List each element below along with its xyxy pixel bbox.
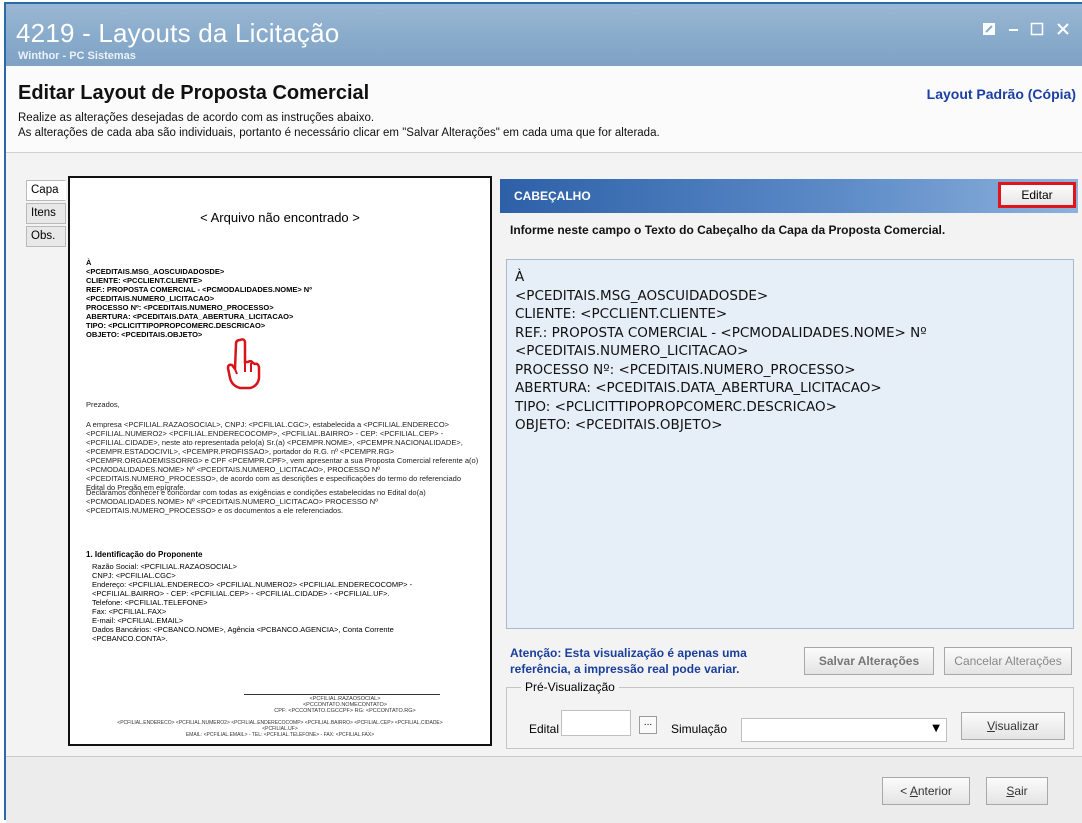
tab-capa[interactable]: Capa — [26, 180, 66, 201]
cancel-changes-button[interactable]: Cancelar Alterações — [944, 647, 1072, 675]
save-changes-button[interactable]: Salvar Alterações — [804, 647, 934, 675]
layout-name: Layout Padrão (Cópia) — [926, 86, 1076, 102]
preview-section-line: CNPJ: <PCFILIAL.CGC> — [92, 571, 176, 580]
cabecalho-line: OBJETO: <PCEDITAIS.OBJETO> — [515, 417, 723, 433]
preview-footer: <PCFILIAL.ENDERECO> <PCFILIAL.NUMERO2> <… — [100, 720, 460, 738]
preview-paragraph-1: A empresa <PCFILIAL.RAZAOSOCIAL>, CNPJ: … — [86, 420, 479, 492]
sair-label: air — [1014, 784, 1028, 798]
cabecalho-line: ABERTURA: <PCEDITAIS.DATA_ABERTURA_LICIT… — [515, 380, 882, 396]
preview-section-title: 1. Identificação do Proponente — [86, 550, 203, 559]
cabecalho-line: REF.: PROPOSTA COMERCIAL - <PCMODALIDADE… — [515, 324, 927, 341]
previous-button[interactable]: < Anterior — [882, 777, 970, 805]
edital-input[interactable] — [561, 710, 631, 736]
pre-visualizacao-title: Pré-Visualização — [521, 680, 619, 694]
preview-header-line: ABERTURA: <PCEDITAIS.DATA_ABERTURA_LICIT… — [86, 312, 294, 321]
preview-header-line: CLIENTE: <PCCLIENT.CLIENTE> — [86, 276, 203, 285]
preview-header-line: PROCESSO Nº: <PCEDITAIS.NUMERO_PROCESSO> — [86, 303, 274, 312]
preview-signature: <PCFILIAL.RAZAOSOCIAL> <PCCONTATO.NOMECO… — [220, 696, 470, 714]
window-subtitle: Winthor - PC Sistemas — [18, 50, 136, 62]
maximize-icon[interactable] — [1030, 22, 1044, 40]
attention-note: Atenção: Esta visualização é apenas uma … — [510, 646, 747, 676]
instruction-line-2: As alterações de cada aba são individuai… — [18, 127, 660, 139]
tab-obs[interactable]: Obs. — [26, 226, 66, 247]
restore-icon[interactable] — [982, 22, 996, 40]
preview-section-line: E-mail: <PCFILIAL.EMAIL> — [92, 616, 184, 625]
signature-line — [244, 694, 440, 695]
edital-label: Edital — [529, 722, 560, 736]
signature-line-text: CPF: <PCCONTATO.CGCCPF> RG: <PCCONTATO.R… — [274, 708, 416, 714]
cabecalho-line: <PCEDITAIS.MSG_AOSCUIDADOSDE> — [515, 287, 769, 304]
hand-pointer-icon — [220, 336, 264, 392]
instruction-line-1: Realize as alterações desejadas de acord… — [18, 112, 375, 124]
preview-header-line: À — [86, 258, 92, 267]
visualizar-button[interactable]: Visualizar — [961, 712, 1065, 740]
footer-bar: < Anterior Sair — [6, 756, 1082, 823]
close-icon[interactable] — [1056, 22, 1070, 40]
section-tabs: Capa Itens Obs. — [26, 180, 66, 249]
preview-section-block: Razão Social: <PCFILIAL.RAZAOSOCIAL> CNP… — [92, 562, 412, 643]
preview-section-line: <PCFILIAL.BAIRRO> - CEP: <PCFILIAL.CEP> … — [92, 589, 390, 598]
cabecalho-line: PROCESSO Nº: <PCEDITAIS.NUMERO_PROCESSO> — [515, 361, 856, 378]
preview-footer-line: <PCFILIAL.ENDERECO> <PCFILIAL.NUMERO2> <… — [117, 720, 443, 732]
simulacao-label: Simulação — [671, 722, 728, 736]
pre-visualizacao-group: Pré-Visualização Edital ... Simulação ▼ … — [506, 680, 1074, 749]
preview-greeting: Prezados, — [86, 400, 120, 409]
cabecalho-line: À — [515, 269, 525, 285]
cabecalho-line: <PCEDITAIS.NUMERO_LICITACAO> — [515, 343, 749, 359]
file-not-found-text: < Arquivo não encontrado > — [200, 210, 360, 225]
tab-itens[interactable]: Itens — [26, 203, 66, 224]
cabecalho-header: CABEÇALHO Editar — [500, 179, 1078, 213]
document-preview: < Arquivo não encontrado > À <PCEDITAIS.… — [68, 176, 492, 746]
preview-footer-line: EMAIL: <PCFILIAL.EMAIL> - TEL: <PCFILIAL… — [185, 732, 375, 738]
preview-header-line: OBJETO: <PCEDITAIS.OBJETO> — [86, 330, 203, 339]
simulacao-select[interactable]: ▼ — [741, 718, 947, 742]
cabecalho-panel: CABEÇALHO Editar Informe neste campo o T… — [500, 179, 1082, 749]
preview-header-line: <PCEDITAIS.MSG_AOSCUIDADOSDE> — [86, 267, 225, 276]
minimize-icon[interactable] — [1008, 18, 1020, 36]
cabecalho-instruction: Informe neste campo o Texto do Cabeçalho… — [510, 223, 946, 237]
cabecalho-line: CLIENTE: <PCCLIENT.CLIENTE> — [515, 306, 728, 322]
anterior-hotkey: A — [909, 784, 918, 798]
preview-section-line: <PCBANCO.CONTA>. — [92, 634, 168, 643]
anterior-prefix: < — [900, 784, 910, 798]
cabecalho-text-area[interactable]: À <PCEDITAIS.MSG_AOSCUIDADOSDE> CLIENTE:… — [506, 259, 1074, 629]
edit-button[interactable]: Editar — [998, 182, 1076, 208]
title-bar[interactable]: 4219 - Layouts da Licitação Winthor - PC… — [6, 4, 1082, 66]
page-title: Editar Layout de Proposta Comercial — [18, 82, 370, 104]
preview-header-line: <PCEDITAIS.NUMERO_LICITACAO> — [86, 294, 215, 303]
cabecalho-title: CABEÇALHO — [514, 189, 591, 203]
visualizar-label: isualizar — [994, 719, 1039, 733]
preview-section-line: Razão Social: <PCFILIAL.RAZAOSOCIAL> — [92, 562, 238, 571]
page-header: Editar Layout de Proposta Comercial Layo… — [6, 66, 1082, 153]
preview-header-block: À <PCEDITAIS.MSG_AOSCUIDADOSDE> CLIENTE:… — [86, 258, 312, 339]
preview-section-line: Telefone: <PCFILIAL.TELEFONE> — [92, 598, 208, 607]
preview-section-line: Dados Bancários: <PCBANCO.NOME>, Agência… — [92, 625, 394, 634]
browse-edital-button[interactable]: ... — [639, 716, 657, 734]
exit-button[interactable]: Sair — [986, 777, 1048, 805]
visualizar-hotkey: V — [987, 719, 995, 733]
preview-section-line: Fax: <PCFILIAL.FAX> — [92, 607, 167, 616]
window-title: 4219 - Layouts da Licitação — [16, 18, 340, 48]
anterior-label: nterior — [917, 784, 952, 798]
preview-section-line: Endereço: <PCFILIAL.ENDERECO> <PCFILIAL.… — [92, 580, 413, 589]
chevron-down-icon[interactable]: ▼ — [932, 723, 940, 734]
preview-header-line: TIPO: <PCLICITTIPOPROPCOMERC.DESCRICAO> — [86, 321, 266, 330]
cabecalho-line: TIPO: <PCLICITTIPOPROPCOMERC.DESCRICAO> — [515, 398, 837, 415]
preview-header-line: REF.: PROPOSTA COMERCIAL - <PCMODALIDADE… — [86, 285, 312, 294]
preview-paragraph-2: Declaramos conhecer e concordar com toda… — [86, 488, 426, 515]
app-window: 4219 - Layouts da Licitação Winthor - PC… — [4, 2, 1082, 823]
